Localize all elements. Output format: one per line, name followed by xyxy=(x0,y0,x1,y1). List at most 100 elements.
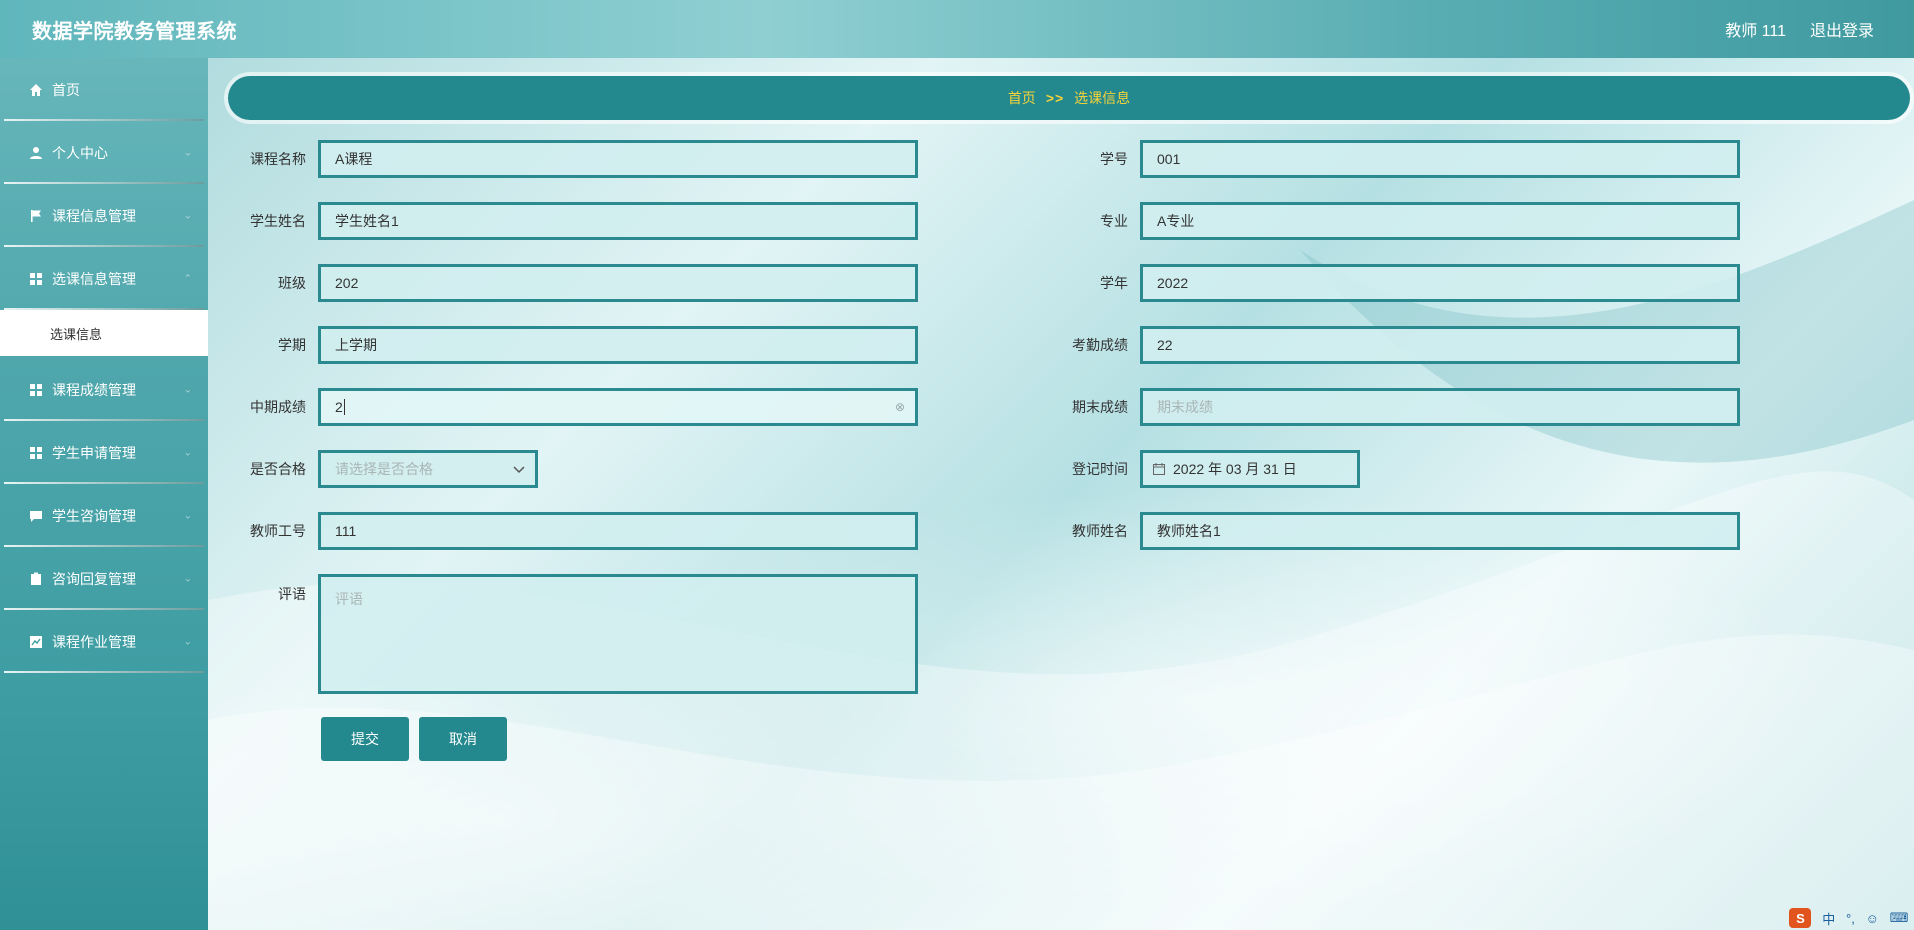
course-name-label: 课程名称 xyxy=(250,151,306,167)
home-icon xyxy=(28,82,44,98)
calendar-icon xyxy=(1153,463,1165,475)
teacher-name-label: 教师姓名 xyxy=(1072,523,1128,539)
sidebar-subitem-selection[interactable]: 选课信息 xyxy=(0,310,208,356)
sidebar-item-label: 个人中心 xyxy=(52,144,108,161)
teacher-no-input[interactable]: 111 xyxy=(318,512,918,550)
app-title: 数据学院教务管理系统 xyxy=(32,20,237,43)
sidebar-item-applications[interactable]: 学生申请管理 ⌄ xyxy=(0,421,208,484)
sidebar-item-course-info[interactable]: 课程信息管理 ⌄ xyxy=(0,184,208,247)
logout-link[interactable]: 退出登录 xyxy=(1810,17,1874,41)
sidebar-item-label: 课程成绩管理 xyxy=(52,381,136,398)
breadcrumb-home[interactable]: 首页 xyxy=(1008,88,1036,108)
flag-icon xyxy=(28,208,44,224)
major-input[interactable]: A专业 xyxy=(1140,202,1740,240)
sogou-icon[interactable]: S xyxy=(1789,908,1812,928)
chevron-up-icon: ⌃ xyxy=(183,273,192,284)
student-no-input[interactable]: 001 xyxy=(1140,140,1740,178)
row-class: 班级 202 xyxy=(208,264,918,302)
emoji-icon[interactable]: ☺ xyxy=(1866,911,1879,926)
row-term: 学期 上学期 xyxy=(208,326,918,364)
main-content: 首页 >> 选课信息 课程名称 A课程 学号 001 学生姓名 学生姓名1 专业… xyxy=(208,58,1914,930)
term-label: 学期 xyxy=(278,337,306,353)
sidebar-item-selection-info[interactable]: 选课信息管理 ⌃ xyxy=(0,247,208,310)
sidebar-item-label: 咨询回复管理 xyxy=(52,570,136,587)
sidebar-item-homework[interactable]: 课程作业管理 ⌄ xyxy=(0,610,208,673)
row-midterm: 中期成绩 2 ⊗ xyxy=(208,388,918,426)
final-label: 期末成绩 xyxy=(1072,399,1128,415)
grid-icon xyxy=(28,271,44,287)
sidebar: 首页 个人中心 ⌄ 课程信息管理 ⌄ 选课信息管理 ⌃ 选课信息 课程成绩管理 … xyxy=(0,58,208,930)
sidebar-item-profile[interactable]: 个人中心 ⌄ xyxy=(0,121,208,184)
sidebar-item-label: 课程作业管理 xyxy=(52,633,136,650)
sidebar-item-consult[interactable]: 学生咨询管理 ⌄ xyxy=(0,484,208,547)
term-input[interactable]: 上学期 xyxy=(318,326,918,364)
row-student-name: 学生姓名 学生姓名1 xyxy=(208,202,918,240)
chat-icon xyxy=(28,508,44,524)
grid-icon xyxy=(28,382,44,398)
chevron-down-icon: ⌄ xyxy=(183,510,192,521)
clipboard-icon xyxy=(28,571,44,587)
student-name-input[interactable]: 学生姓名1 xyxy=(318,202,918,240)
passed-select[interactable]: 请选择是否合格 xyxy=(318,450,538,488)
sidebar-item-label: 学生咨询管理 xyxy=(52,507,136,524)
ime-punct[interactable]: °, xyxy=(1846,911,1855,926)
user-icon xyxy=(28,145,44,161)
row-teacher-no: 教师工号 111 xyxy=(208,512,918,550)
attendance-input[interactable]: 22 xyxy=(1140,326,1740,364)
sidebar-item-label: 首页 xyxy=(52,81,80,98)
row-passed: 是否合格 请选择是否合格 xyxy=(208,450,538,488)
sidebar-item-label: 选课信息管理 xyxy=(52,270,136,287)
final-input[interactable]: 期末成绩 xyxy=(1140,388,1740,426)
chevron-down-icon: ⌄ xyxy=(183,447,192,458)
row-major: 专业 A专业 xyxy=(1030,202,1740,240)
teacher-name-input[interactable]: 教师姓名1 xyxy=(1140,512,1740,550)
row-school-year: 学年 2022 xyxy=(1030,264,1740,302)
cancel-button[interactable]: 取消 xyxy=(419,717,507,761)
major-label: 专业 xyxy=(1100,213,1128,229)
course-name-input[interactable]: A课程 xyxy=(318,140,918,178)
breadcrumb-separator: >> xyxy=(1045,90,1065,106)
class-input[interactable]: 202 xyxy=(318,264,918,302)
current-user[interactable]: 教师 111 xyxy=(1725,17,1786,41)
teacher-no-label: 教师工号 xyxy=(250,523,306,539)
breadcrumb: 首页 >> 选课信息 xyxy=(228,76,1910,120)
row-attendance: 考勤成绩 22 xyxy=(1030,326,1740,364)
chart-icon xyxy=(28,634,44,650)
row-course-name: 课程名称 A课程 xyxy=(208,140,918,178)
sidebar-item-reply[interactable]: 咨询回复管理 ⌄ xyxy=(0,547,208,610)
sidebar-item-grades[interactable]: 课程成绩管理 ⌄ xyxy=(0,358,208,421)
row-register-time: 登记时间 2022 年 03 月 31 日 xyxy=(1030,450,1360,488)
class-label: 班级 xyxy=(278,275,306,291)
chevron-down-icon: ⌄ xyxy=(183,573,192,584)
chevron-down-icon xyxy=(513,461,525,477)
chevron-down-icon: ⌄ xyxy=(183,147,192,158)
passed-label: 是否合格 xyxy=(250,461,306,477)
register-time-label: 登记时间 xyxy=(1072,461,1128,477)
chevron-down-icon: ⌄ xyxy=(183,636,192,647)
grid-icon xyxy=(28,445,44,461)
school-year-label: 学年 xyxy=(1100,275,1128,291)
row-student-no: 学号 001 xyxy=(1030,140,1740,178)
attendance-label: 考勤成绩 xyxy=(1072,337,1128,353)
keyboard-icon[interactable]: ⌨ xyxy=(1890,910,1909,926)
midterm-label: 中期成绩 xyxy=(250,399,306,415)
school-year-input[interactable]: 2022 xyxy=(1140,264,1740,302)
midterm-input[interactable]: 2 ⊗ xyxy=(318,388,918,426)
sidebar-item-home[interactable]: 首页 xyxy=(0,58,208,121)
ime-tray: S 中 °, ☺ ⌨ xyxy=(1784,906,1914,930)
sidebar-item-label: 课程信息管理 xyxy=(52,207,136,224)
header-actions: 教师 111 退出登录 xyxy=(1725,17,1874,41)
register-time-picker[interactable]: 2022 年 03 月 31 日 xyxy=(1140,450,1360,488)
clear-icon[interactable]: ⊗ xyxy=(895,400,905,414)
student-name-label: 学生姓名 xyxy=(250,213,306,229)
comment-label: 评语 xyxy=(278,586,306,602)
breadcrumb-current: 选课信息 xyxy=(1074,90,1131,106)
sidebar-item-label: 学生申请管理 xyxy=(52,444,136,461)
chevron-down-icon: ⌄ xyxy=(183,210,192,221)
student-no-label: 学号 xyxy=(1100,151,1128,167)
comment-textarea[interactable]: 评语 xyxy=(318,574,918,694)
top-header: 数据学院教务管理系统 教师 111 退出登录 xyxy=(0,0,1914,58)
ime-mode[interactable]: 中 xyxy=(1822,909,1835,928)
row-comment: 评语 评语 xyxy=(208,574,918,694)
submit-button[interactable]: 提交 xyxy=(321,717,409,761)
